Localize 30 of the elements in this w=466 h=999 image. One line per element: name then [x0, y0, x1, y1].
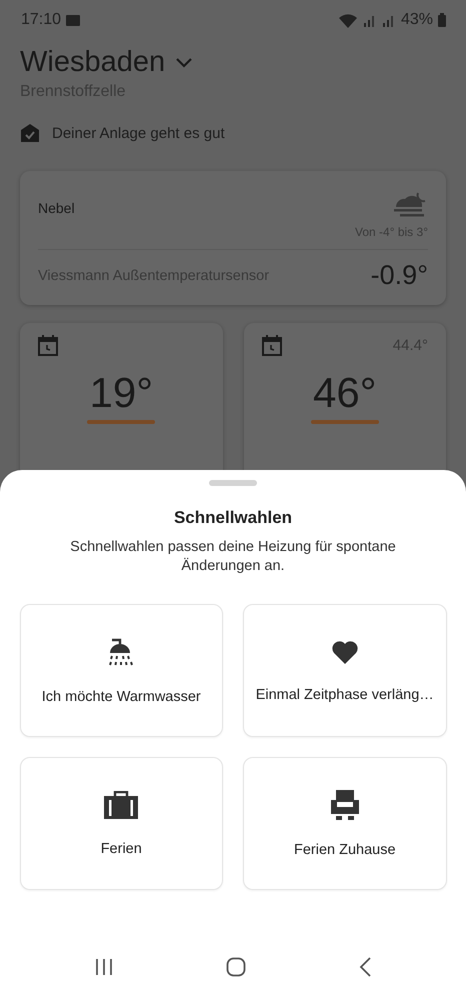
- quick-action-card[interactable]: Ferien Zuhause: [243, 757, 446, 890]
- outdoor-temperature: -0.9°: [370, 260, 428, 291]
- calendar-clock-icon: [38, 335, 58, 356]
- sheet-description: Schnellwahlen passen deine Heizung für spontane Änderungen an.: [69, 538, 397, 576]
- wifi-icon: [338, 12, 358, 28]
- status-message: Deiner Anlage geht es gut: [52, 124, 225, 142]
- recent-apps-icon[interactable]: [94, 958, 114, 976]
- back-icon[interactable]: [358, 957, 372, 977]
- image-notification-icon: [66, 14, 80, 26]
- home-icon[interactable]: [226, 957, 246, 977]
- signal-icon: [382, 14, 396, 26]
- heart-icon: [330, 638, 359, 664]
- fog-cloud-icon: [392, 191, 428, 219]
- calendar-clock-icon: [262, 335, 282, 356]
- chevron-down-icon[interactable]: [175, 56, 194, 68]
- signal-icon: [362, 14, 377, 26]
- suitcase-icon: [104, 790, 138, 818]
- target-temperature: 46°: [312, 372, 376, 414]
- drag-handle[interactable]: [209, 480, 257, 486]
- armchair-icon: [330, 790, 359, 820]
- battery-percentage: 43%: [400, 11, 433, 29]
- quick-action-card[interactable]: Ich möchte Warmwasser: [20, 604, 223, 737]
- target-temperature: 19°: [89, 372, 153, 414]
- weather-condition: Nebel: [38, 200, 75, 216]
- status-time: 17:10: [21, 11, 62, 29]
- sheet-title: Schnellwahlen: [174, 508, 292, 528]
- battery-icon: [438, 13, 446, 27]
- quick-action-card[interactable]: Ferien: [20, 757, 223, 890]
- quick-action-card[interactable]: Einmal Zeitphase verläng…: [243, 604, 446, 737]
- house-check-icon: [20, 123, 40, 143]
